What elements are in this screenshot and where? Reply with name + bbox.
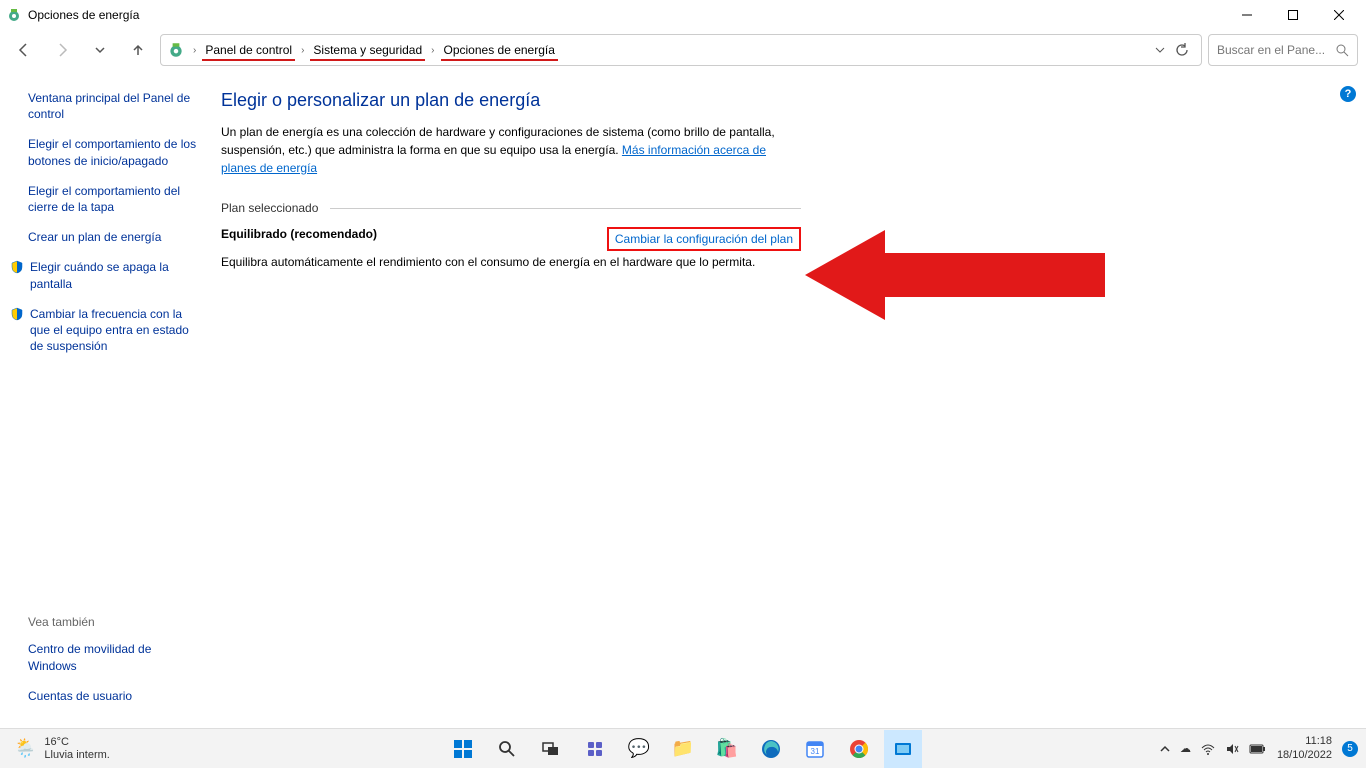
plan-description: Equilibra automáticamente el rendimiento… xyxy=(221,255,801,269)
breadcrumb-item[interactable]: Opciones de energía xyxy=(441,42,558,58)
power-options-icon xyxy=(167,41,185,59)
edge-icon[interactable] xyxy=(752,730,790,768)
page-heading: Elegir o personalizar un plan de energía xyxy=(221,90,1336,111)
notification-badge[interactable]: 5 xyxy=(1342,741,1358,757)
chevron-down-icon[interactable] xyxy=(1155,45,1165,55)
file-explorer-icon[interactable]: 📁 xyxy=(664,730,702,768)
volume-icon[interactable] xyxy=(1225,742,1239,756)
sidebar: Ventana principal del Panel de control E… xyxy=(0,70,215,728)
teams-icon[interactable]: 💬 xyxy=(620,730,658,768)
sidebar-link-display-off[interactable]: Elegir cuándo se apaga la pantalla xyxy=(10,259,203,291)
breadcrumb-item[interactable]: Panel de control xyxy=(202,42,295,58)
breadcrumb-item[interactable]: Sistema y seguridad xyxy=(310,42,425,58)
chrome-icon[interactable] xyxy=(840,730,878,768)
calendar-icon[interactable]: 31 xyxy=(796,730,834,768)
search-icon xyxy=(1336,44,1349,57)
see-also-link-mobility[interactable]: Centro de movilidad de Windows xyxy=(28,641,203,673)
taskbar-center: 💬 📁 🛍️ 31 xyxy=(444,730,922,768)
window-title: Opciones de energía xyxy=(28,8,1224,22)
annotation-arrow xyxy=(805,225,1105,325)
wifi-icon[interactable] xyxy=(1201,742,1215,756)
see-also-link-accounts[interactable]: Cuentas de usuario xyxy=(28,688,203,704)
shield-icon xyxy=(10,307,24,321)
weather-icon: 🌦️ xyxy=(14,738,36,759)
microsoft-store-icon[interactable]: 🛍️ xyxy=(708,730,746,768)
sidebar-link-create-plan[interactable]: Crear un plan de energía xyxy=(28,229,203,245)
address-bar[interactable]: › Panel de control › Sistema y seguridad… xyxy=(160,34,1202,66)
search-input[interactable]: Buscar en el Pane... xyxy=(1208,34,1358,66)
plan-name: Equilibrado (recomendado) xyxy=(221,227,377,241)
change-plan-settings-link[interactable]: Cambiar la configuración del plan xyxy=(607,227,801,251)
minimize-button[interactable] xyxy=(1224,0,1270,30)
page-description: Un plan de energía es una colección de h… xyxy=(221,123,801,177)
search-placeholder: Buscar en el Pane... xyxy=(1217,43,1325,57)
weather-temp: 16°C xyxy=(44,736,109,748)
chevron-right-icon: › xyxy=(297,45,308,56)
weather-desc: Lluvia interm. xyxy=(44,749,109,761)
sidebar-link-buttons[interactable]: Elegir el comportamiento de los botones … xyxy=(28,136,203,168)
forward-button[interactable] xyxy=(46,34,78,66)
chevron-right-icon: › xyxy=(189,45,200,56)
control-panel-icon[interactable] xyxy=(884,730,922,768)
clock[interactable]: 11:18 18/10/2022 xyxy=(1277,735,1332,761)
task-view-icon[interactable] xyxy=(532,730,570,768)
titlebar: Opciones de energía xyxy=(0,0,1366,30)
see-also-title: Vea también xyxy=(28,615,203,629)
window-controls xyxy=(1224,0,1362,30)
up-button[interactable] xyxy=(122,34,154,66)
tray-chevron-icon[interactable] xyxy=(1160,744,1170,754)
refresh-icon[interactable] xyxy=(1175,43,1189,57)
weather-widget[interactable]: 🌦️ 16°C Lluvia interm. xyxy=(0,736,110,760)
power-options-icon xyxy=(6,7,22,23)
sidebar-link-lid[interactable]: Elegir el comportamiento del cierre de l… xyxy=(28,183,203,215)
navbar: › Panel de control › Sistema y seguridad… xyxy=(0,30,1366,70)
plan-section-header: Plan seleccionado xyxy=(221,201,801,215)
widgets-icon[interactable] xyxy=(576,730,614,768)
start-button[interactable] xyxy=(444,730,482,768)
sidebar-link-sleep[interactable]: Cambiar la frecuencia con la que el equi… xyxy=(10,306,203,355)
chevron-right-icon: › xyxy=(427,45,438,56)
search-icon[interactable] xyxy=(488,730,526,768)
shield-icon xyxy=(10,260,24,274)
taskbar-right: ☁ 11:18 18/10/2022 5 xyxy=(1160,735,1366,761)
recent-button[interactable] xyxy=(84,34,116,66)
svg-text:31: 31 xyxy=(811,747,820,756)
sidebar-link-main[interactable]: Ventana principal del Panel de control xyxy=(28,90,203,122)
onedrive-icon[interactable]: ☁ xyxy=(1180,742,1191,755)
close-button[interactable] xyxy=(1316,0,1362,30)
main-content: Elegir o personalizar un plan de energía… xyxy=(215,70,1366,728)
back-button[interactable] xyxy=(8,34,40,66)
battery-icon[interactable] xyxy=(1249,743,1267,755)
taskbar: 🌦️ 16°C Lluvia interm. 💬 📁 🛍️ 31 ☁ 11:18… xyxy=(0,728,1366,768)
maximize-button[interactable] xyxy=(1270,0,1316,30)
